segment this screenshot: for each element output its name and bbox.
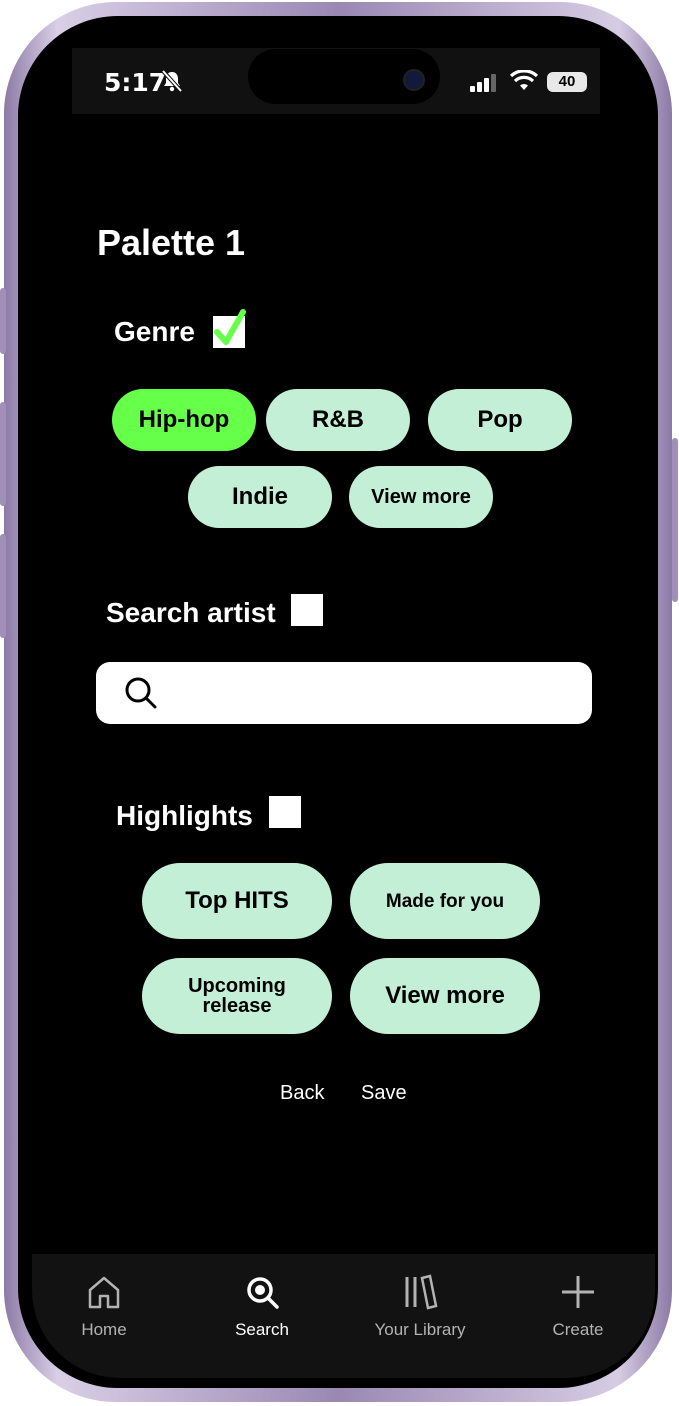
tab-create-label: Create: [552, 1320, 604, 1339]
artist-search-input[interactable]: [174, 676, 578, 712]
battery-indicator: 40: [547, 72, 587, 92]
wifi-icon: [510, 70, 538, 90]
cellular-signal-icon: [470, 74, 496, 92]
genre-chip-indie[interactable]: Indie: [188, 466, 332, 528]
camera-icon: [403, 69, 425, 91]
library-icon: [405, 1274, 438, 1310]
page-title: Palette 1: [97, 222, 246, 263]
genre-chip-hiphop[interactable]: Hip-hop: [112, 389, 256, 451]
phone-frame: 5:17 40 Palette 1 Genre Hip-hop R&B Pop …: [0, 2, 678, 1402]
highlights-checkbox[interactable]: [269, 796, 301, 828]
genre-view-more-button[interactable]: View more: [349, 466, 493, 528]
search-artist-checkbox[interactable]: [291, 594, 323, 626]
action-button: [0, 288, 6, 354]
checkmark-icon: [214, 309, 246, 345]
tab-home[interactable]: Home: [34, 1254, 174, 1354]
search-artist-label: Search artist: [106, 597, 276, 628]
tab-home-label: Home: [81, 1320, 127, 1339]
silent-bell-icon: [161, 70, 183, 92]
highlight-chip-made-for-you[interactable]: Made for you: [350, 863, 540, 939]
highlight-chip-top-hits[interactable]: Top HITS: [142, 863, 332, 939]
status-bar: 5:17 40: [72, 48, 600, 114]
power-button: [672, 438, 678, 602]
save-button[interactable]: Save: [361, 1082, 407, 1105]
volume-up-button: [0, 402, 6, 506]
genre-checkbox[interactable]: [213, 309, 246, 348]
genre-chip-rnb[interactable]: R&B: [266, 389, 410, 451]
status-time: 5:17: [104, 68, 167, 97]
search-icon: [247, 1277, 279, 1309]
screen: 5:17 40 Palette 1 Genre Hip-hop R&B Pop …: [32, 32, 655, 1378]
highlight-chip-upcoming-release[interactable]: Upcoming release: [142, 958, 332, 1034]
search-icon: [125, 677, 157, 709]
back-button[interactable]: Back: [280, 1082, 324, 1105]
plus-icon: [562, 1276, 594, 1308]
genre-chip-pop[interactable]: Pop: [428, 389, 572, 451]
highlights-label: Highlights: [116, 800, 253, 831]
highlights-view-more-button[interactable]: View more: [350, 958, 540, 1034]
tab-search-label: Search: [235, 1320, 289, 1339]
tab-search[interactable]: Search: [192, 1254, 332, 1354]
artist-search-box[interactable]: [96, 662, 592, 724]
volume-down-button: [0, 534, 6, 638]
tab-create[interactable]: Create: [508, 1254, 648, 1354]
bottom-tab-bar: Home Search Your Library Create: [32, 1254, 655, 1378]
dynamic-island: [248, 49, 440, 104]
tab-your-library[interactable]: Your Library: [350, 1254, 490, 1354]
tab-your-library-label: Your Library: [374, 1320, 466, 1339]
genre-label: Genre: [114, 316, 195, 347]
home-icon: [88, 1276, 120, 1309]
